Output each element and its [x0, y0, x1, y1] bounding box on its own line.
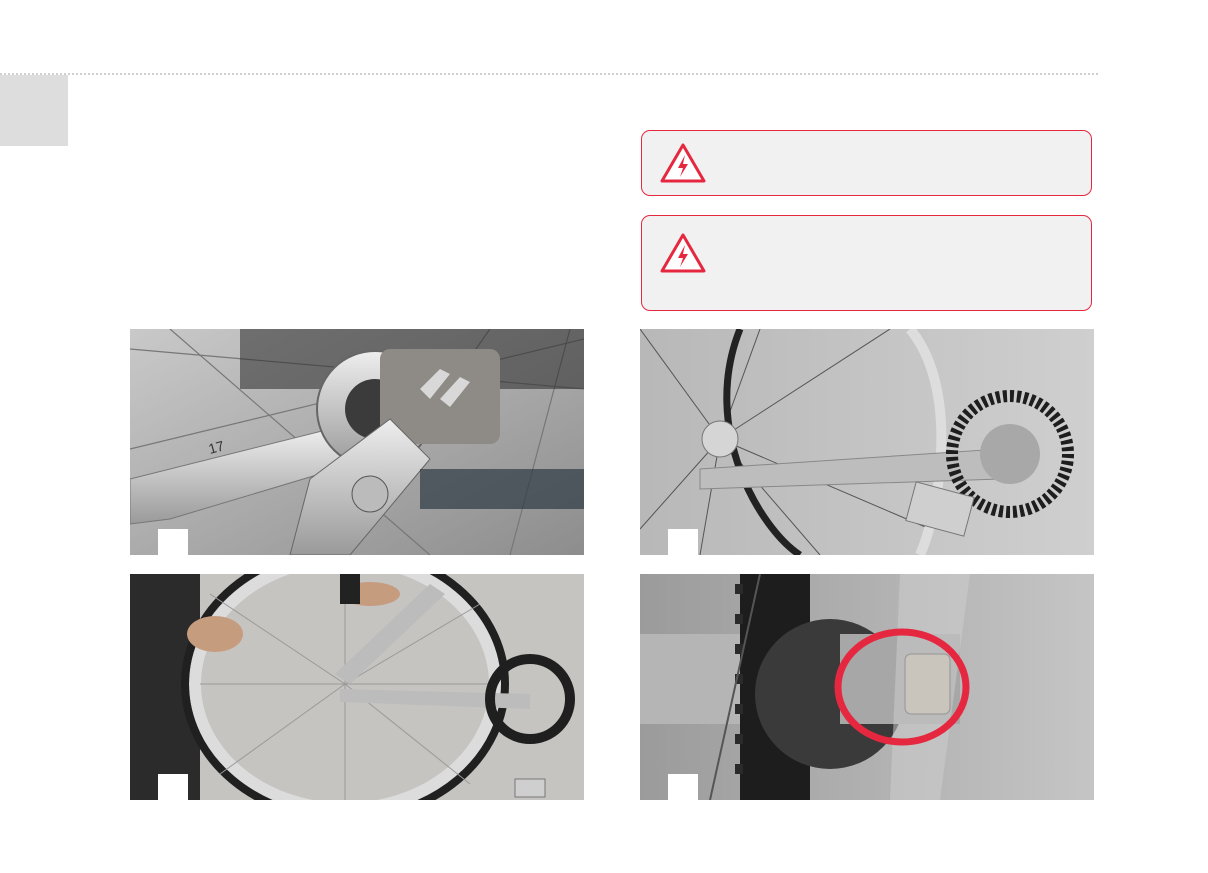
photo-wrench-axle: 17: [130, 329, 584, 555]
step-label-badge: [158, 529, 188, 555]
photo-hub-spacer-image: [640, 574, 1094, 800]
step-label-badge: [158, 774, 188, 800]
photo-wrench-axle-image: 17: [130, 329, 584, 555]
photo-removing-wheel-image: [130, 574, 584, 800]
step-label-badge: [668, 774, 698, 800]
photo-hub-spacer: [640, 574, 1094, 800]
header-dotted-rule: [0, 73, 1098, 75]
photo-rear-wheel-belt-image: [640, 329, 1094, 555]
warning-box-2: [641, 215, 1092, 311]
electric-hazard-icon: [660, 233, 706, 273]
photo-rear-wheel-belt: [640, 329, 1094, 555]
photo-removing-wheel: [130, 574, 584, 800]
electric-hazard-icon: [660, 143, 706, 183]
page-corner-tab: [0, 75, 68, 146]
step-label-badge: [668, 529, 698, 555]
warning-box-1: [641, 130, 1092, 196]
